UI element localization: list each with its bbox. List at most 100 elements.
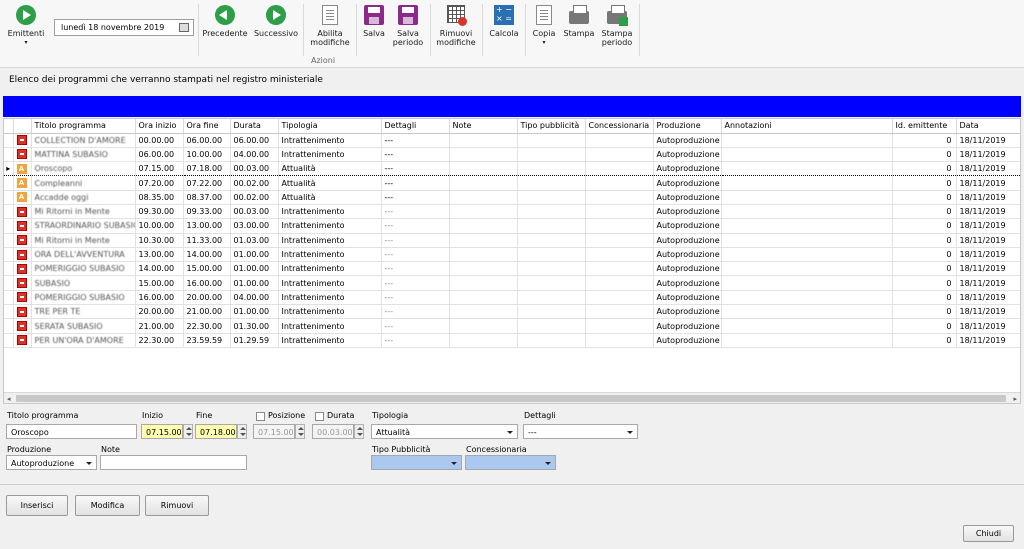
table-row[interactable]: PER UN'ORA D'AMORE 22.30.00 23.59.59 01.29.…	[4, 333, 1020, 348]
durata-spinner[interactable]	[354, 424, 364, 439]
cell-prod: Autoproduzione	[653, 233, 722, 248]
col-header-annotazioni[interactable]: Annotazioni	[721, 119, 893, 134]
scroll-thumb[interactable]	[16, 395, 1006, 402]
table-row[interactable]: A Compleanni 07.20.00 07.22.00 00.02.00 Attua…	[4, 175, 1020, 191]
precedente-button[interactable]: Precedente	[202, 4, 248, 38]
posizione-spinner[interactable]	[295, 424, 305, 439]
emittenti-button[interactable]: Emittenti ▾	[8, 4, 44, 47]
col-header-durata[interactable]: Durata	[230, 119, 279, 134]
cell-id: 0	[892, 204, 957, 220]
cell-prod: Autoproduzione	[653, 204, 722, 220]
rimuovi-modifiche-button[interactable]: Rimuovi modifiche	[435, 4, 477, 47]
stampa-button[interactable]: Stampa	[563, 4, 595, 38]
scroll-right-icon[interactable]: ▸	[1013, 395, 1017, 403]
table-row[interactable]: A Accadde oggi 08.35.00 08.37.00 00.02.00 Att…	[4, 190, 1020, 205]
col-header-tipo-pubblicit-[interactable]: Tipo pubblicità	[517, 119, 586, 134]
table-row[interactable]: TRE PER TE 20.00.00 21.00.00 01.00.00 Intrat…	[4, 304, 1020, 320]
posizione-checkbox[interactable]	[256, 412, 265, 421]
table-row[interactable]: ▸ A Oroscopo 07.15.00 07.18.00 00.03.00 Attual…	[4, 161, 1020, 177]
save-icon	[363, 4, 385, 26]
col-header-produzione[interactable]: Produzione	[653, 119, 722, 134]
cell-det: ---	[381, 204, 450, 220]
cell-date: 18/11/2019	[956, 133, 1020, 148]
cell-handle	[4, 275, 14, 291]
cell-prod: Autoproduzione	[653, 190, 722, 205]
durata-input[interactable]: 00.03.00	[312, 424, 354, 439]
col-header-note[interactable]: Note	[449, 119, 518, 134]
inserisci-button[interactable]: Inserisci	[6, 495, 68, 516]
dettagli-select[interactable]: ---	[523, 424, 638, 439]
posizione-input[interactable]: 07.15.00	[253, 424, 295, 439]
cell-handle	[4, 218, 14, 234]
salva-button[interactable]: Salva	[360, 4, 388, 38]
titolo-input[interactable]: Oroscopo	[6, 424, 137, 439]
cell-prod: Autoproduzione	[653, 218, 722, 234]
cell-date: 18/11/2019	[956, 190, 1020, 205]
col-header-titolo-programma[interactable]: Titolo programma	[31, 119, 136, 134]
table-row[interactable]: ORA DELL'AVVENTURA 13.00.00 14.00.00 01.00.…	[4, 247, 1020, 263]
cell-icon	[13, 318, 32, 334]
table-row[interactable]: POMERIGGIO SUBASIO 14.00.00 15.00.00 01.00.…	[4, 261, 1020, 277]
col-header-ora-fine[interactable]: Ora fine	[183, 119, 231, 134]
cell-type: Attualità	[278, 161, 382, 177]
cell-conc	[585, 318, 654, 334]
durata-checkbox[interactable]	[315, 412, 324, 421]
page-title: Elenco dei programmi che verranno stampa…	[0, 68, 1024, 95]
concessionaria-select[interactable]	[465, 455, 556, 470]
table-row[interactable]: POMERIGGIO SUBASIO 16.00.00 20.00.00 04.00.…	[4, 290, 1020, 306]
cell-type: Intrattenimento	[278, 133, 382, 148]
modifica-button[interactable]: Modifica	[75, 495, 140, 516]
col-header-dettagli[interactable]: Dettagli	[381, 119, 450, 134]
programs-table[interactable]: Titolo programma Ora inizio Ora fine Durata…	[3, 118, 1021, 404]
produzione-select[interactable]: Autoproduzione	[6, 455, 97, 470]
cell-pub	[517, 333, 586, 348]
cell-note	[449, 190, 518, 205]
tipo-pubblicita-select[interactable]	[371, 455, 462, 470]
cell-ann	[721, 218, 893, 234]
cell-det: ---	[381, 147, 450, 163]
abilita-modifiche-button[interactable]: Abilita modifiche	[308, 4, 352, 47]
fine-spinner[interactable]	[237, 424, 247, 439]
cell-pub	[517, 147, 586, 163]
col-header-tipologia[interactable]: Tipologia	[278, 119, 382, 134]
chiudi-button[interactable]: Chiudi	[963, 525, 1014, 542]
cell-start: 00.00.00	[135, 133, 184, 148]
cell-ann	[721, 204, 893, 220]
table-row[interactable]: MATTINA SUBASIO 06.00.00 10.00.00 04.00.00 I…	[4, 147, 1020, 163]
cell-icon: A	[13, 161, 32, 177]
cell-start: 20.00.00	[135, 304, 184, 320]
edit-form: Titolo programma Oroscopo Inizio 07.15.0…	[0, 405, 1024, 485]
program-red-icon	[16, 292, 27, 303]
table-row[interactable]: COLLECTION D'AMORE 00.00.00 06.00.00 06.00.…	[4, 133, 1020, 148]
fine-label: Fine	[196, 411, 213, 420]
stampa-periodo-button[interactable]: Stampa periodo	[600, 4, 634, 47]
successivo-button[interactable]: Successivo	[253, 4, 299, 38]
table-row[interactable]: Mi Ritorni in Mente 09.30.00 09.33.00 00.03…	[4, 204, 1020, 220]
table-row[interactable]: SERATA SUBASIO 21.00.00 22.30.00 01.30.00 In…	[4, 318, 1020, 334]
cell-note	[449, 304, 518, 320]
program-red-icon	[16, 321, 27, 331]
col-header-ora-inizio[interactable]: Ora inizio	[135, 119, 184, 134]
col-header-id-emittente[interactable]: Id. emittente	[892, 119, 957, 134]
date-picker[interactable]: lunedì 18 novembre 2019	[54, 19, 194, 36]
cell-date: 18/11/2019	[956, 318, 1020, 334]
copia-button[interactable]: Copia ▾	[530, 4, 558, 47]
table-row[interactable]: SUBASIO 15.00.00 16.00.00 01.00.00 Intratten…	[4, 275, 1020, 291]
col-header-concessionaria[interactable]: Concessionaria	[585, 119, 654, 134]
cell-note	[449, 204, 518, 220]
calendar-icon[interactable]	[179, 23, 189, 32]
tipologia-select[interactable]: Attualità	[371, 424, 518, 439]
rimuovi-button[interactable]: Rimuovi	[145, 495, 209, 516]
scroll-left-icon[interactable]: ◂	[7, 395, 11, 403]
inizio-input[interactable]: 07.15.00	[141, 424, 183, 439]
cell-note	[449, 290, 518, 306]
calcola-button[interactable]: Calcola	[488, 4, 520, 38]
table-row[interactable]: Mi Ritorni in Mente 10.30.00 11.33.00 01.03…	[4, 233, 1020, 248]
salva-periodo-button[interactable]: Salva periodo	[392, 4, 424, 47]
note-input[interactable]	[100, 455, 247, 470]
table-row[interactable]: STRAORDINARIO SUBASIO 10.00.00 13.00.00 03.…	[4, 218, 1020, 234]
horizontal-scrollbar[interactable]: ◂ ▸	[4, 392, 1020, 403]
fine-input[interactable]: 07.18.00	[195, 424, 237, 439]
inizio-spinner[interactable]	[183, 424, 193, 439]
col-header-data[interactable]: Data	[956, 119, 1020, 134]
